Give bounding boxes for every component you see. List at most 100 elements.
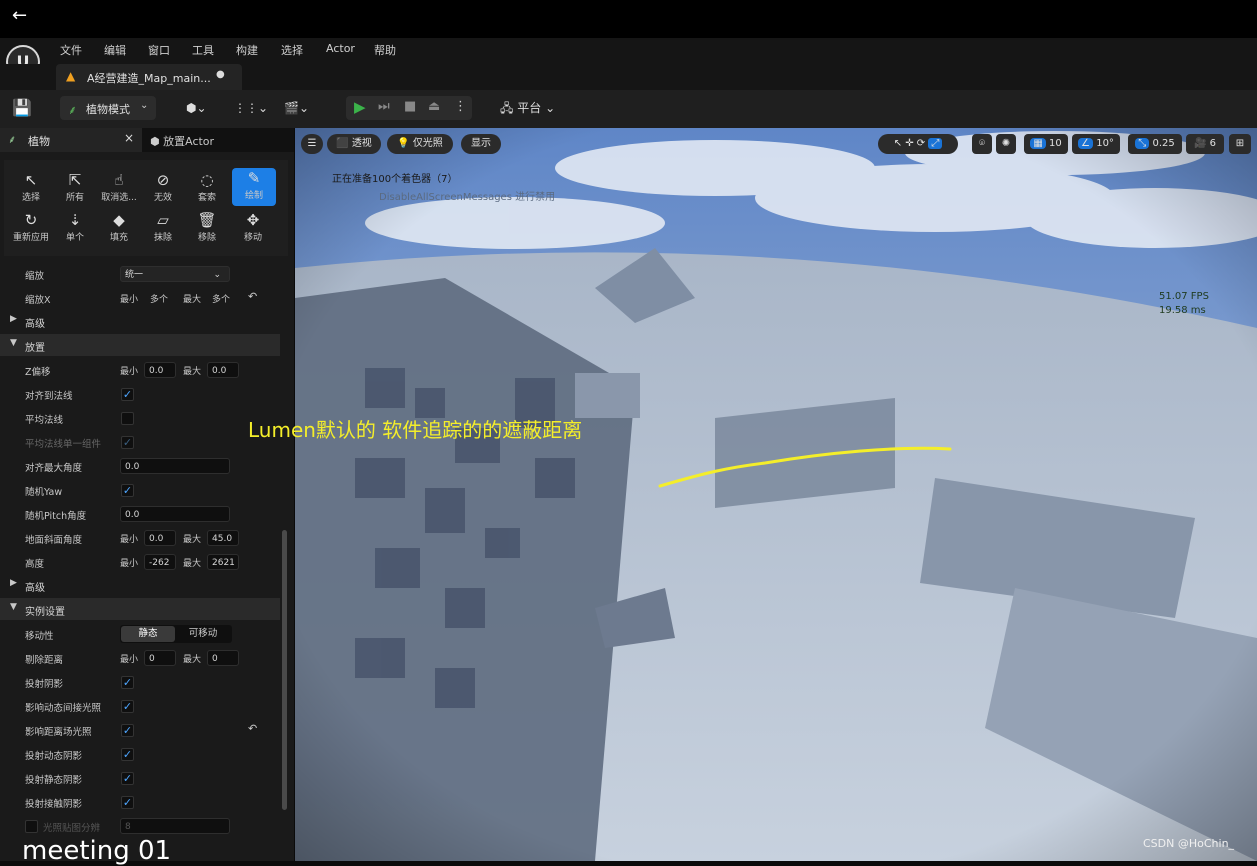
tool-lasso[interactable]: ◌ 套索 <box>185 170 229 208</box>
transform-tools: ↖ ✛ ⟳ ⤢ <box>878 134 958 154</box>
menu-file[interactable]: 文件 <box>60 42 82 58</box>
rotate-icon[interactable]: ⟳ <box>917 138 925 149</box>
unsaved-dot-icon: ● <box>216 69 225 80</box>
cast-static-shadow-checkbox[interactable]: ✓ <box>121 772 134 785</box>
cull-distance-max-field[interactable]: 0 <box>207 650 239 666</box>
tool-invalid[interactable]: ⊘ 无效 <box>141 170 185 208</box>
average-normal-single-checkbox[interactable]: ✓ <box>121 436 134 449</box>
perspective-button[interactable]: ⬛ 透视 <box>327 134 381 154</box>
align-normal-checkbox[interactable]: ✓ <box>121 388 134 401</box>
tool-remove[interactable]: 🗑 移除 <box>185 210 229 248</box>
tab-place-actor[interactable]: ⬢ 放置Actor <box>150 133 214 149</box>
step-icon[interactable]: ⏭ <box>378 99 390 114</box>
cast-contact-shadow-checkbox[interactable]: ✓ <box>121 796 134 809</box>
mobility-movable[interactable]: 可移动 <box>176 626 230 642</box>
menu-bar <box>0 38 1257 64</box>
scale-snap-control[interactable]: ⤡ 0.25 <box>1128 134 1182 154</box>
height-max-field[interactable]: 2621 <box>207 554 239 570</box>
scale-dropdown[interactable]: 统一 ⌄ <box>120 266 230 282</box>
tool-deselect[interactable]: ☝ 取消选... <box>97 170 141 208</box>
chevron-down-icon: ⌄ <box>213 270 221 280</box>
fill-icon: ◆ <box>113 211 125 229</box>
mode-dropdown[interactable]: ⸙ 植物模式 ⌄ <box>60 96 156 120</box>
eject-icon[interactable]: ⏏ <box>428 99 440 114</box>
random-pitch-field[interactable]: 0.0 <box>120 506 230 522</box>
affect-distance-field-checkbox[interactable]: ✓ <box>121 724 134 737</box>
section-advanced[interactable]: ▶ 高级 <box>0 310 280 332</box>
section-instance-settings[interactable]: ▼ 实例设置 <box>0 598 280 620</box>
translate-icon[interactable]: ✛ <box>905 138 913 149</box>
tab-place-actor-label: 放置Actor <box>163 135 215 148</box>
menu-actor[interactable]: Actor <box>326 42 355 55</box>
save-icon[interactable]: 💾 <box>12 96 32 120</box>
blueprint-icon[interactable]: ⋮⋮⌄ <box>234 96 268 120</box>
cinematics-icon[interactable]: 🎬⌄ <box>284 96 309 120</box>
affect-dynamic-gi-checkbox[interactable]: ✓ <box>121 700 134 713</box>
csdn-watermark: CSDN @HoChin_ <box>1143 837 1235 850</box>
tool-label: 移动 <box>243 233 262 243</box>
section-placement[interactable]: ▼ 放置 <box>0 334 280 356</box>
section-advanced-2[interactable]: ▶ 高级 <box>0 574 280 596</box>
scale-icon[interactable]: ⤢ <box>928 138 943 149</box>
z-offset-max-field[interactable]: 0.0 <box>207 362 239 378</box>
menu-build[interactable]: 构建 <box>236 42 258 58</box>
cast-dynamic-shadow-checkbox[interactable]: ✓ <box>121 748 134 761</box>
tool-erase[interactable]: ▱ 抹除 <box>141 210 185 248</box>
world-local-icon[interactable]: ✺ <box>996 134 1016 154</box>
tool-paint[interactable]: ✎ 绘制 <box>232 168 276 206</box>
play-icon[interactable]: ▶ <box>354 98 366 116</box>
ground-slope-min-field[interactable]: 0.0 <box>144 530 176 546</box>
arrow-left-icon[interactable]: ← <box>12 5 27 26</box>
random-yaw-checkbox[interactable]: ✓ <box>121 484 134 497</box>
z-offset-min-field[interactable]: 0.0 <box>144 362 176 378</box>
more-options-icon[interactable]: ⋮ <box>454 99 467 114</box>
reset-icon[interactable]: ↶ <box>248 290 257 303</box>
height-min-field[interactable]: -262 <box>144 554 176 570</box>
cull-distance-min-field[interactable]: 0 <box>144 650 176 666</box>
lit-mode-label: 仅光照 <box>412 138 443 149</box>
menu-select[interactable]: 选择 <box>281 42 303 58</box>
tool-select[interactable]: ↖ 选择 <box>9 170 53 208</box>
align-max-angle-field[interactable]: 0.0 <box>120 458 230 474</box>
lit-mode-button[interactable]: 💡 仅光照 <box>387 134 453 154</box>
close-icon[interactable]: × <box>124 131 134 145</box>
cast-shadow-checkbox[interactable]: ✓ <box>121 676 134 689</box>
ground-slope-max-field[interactable]: 45.0 <box>207 530 239 546</box>
menu-help[interactable]: 帮助 <box>374 42 396 58</box>
foliage-icon: ⸙ <box>8 133 17 146</box>
chevron-down-icon: ⌄ <box>140 100 149 111</box>
menu-edit[interactable]: 编辑 <box>104 42 126 58</box>
menu-tools[interactable]: 工具 <box>192 42 214 58</box>
tab-foliage[interactable]: ⸙ 植物 × <box>0 128 142 152</box>
camera-speed-control[interactable]: 🎥 6 <box>1186 134 1224 154</box>
angle-snap-control[interactable]: ∠ 10° <box>1072 134 1120 154</box>
tool-move[interactable]: ✥ 移动 <box>231 210 275 248</box>
average-normal-checkbox[interactable] <box>121 412 134 425</box>
paint-brush-icon: ✎ <box>247 169 261 187</box>
add-content-icon[interactable]: ⬢⌄ <box>186 96 207 120</box>
scale-x-min-value[interactable]: 多个 <box>150 292 168 305</box>
surface-snap-icon[interactable]: ⌾ <box>972 134 992 154</box>
menu-window[interactable]: 窗口 <box>148 42 170 58</box>
reset-icon[interactable]: ↶ <box>248 722 257 735</box>
tool-fill[interactable]: ◆ 填充 <box>97 210 141 248</box>
tool-select-all[interactable]: ⇱ 所有 <box>53 170 97 208</box>
hamburger-menu-icon[interactable]: ☰ <box>301 134 323 154</box>
mobility-static[interactable]: 静态 <box>121 626 175 642</box>
fps-readout: 51.07 FPS <box>1159 291 1209 302</box>
panel-scrollbar[interactable] <box>282 530 287 810</box>
level-viewport[interactable]: ☰ ⬛ 透视 💡 仅光照 显示 ↖ ✛ ⟳ ⤢ ⌾ ✺ ▦ 10 ∠ 10° ⤡… <box>295 128 1257 861</box>
show-button[interactable]: 显示 <box>461 134 501 154</box>
lumen-annotation: Lumen默认的 软件追踪的的遮蔽距离 <box>248 418 583 442</box>
lightmap-override-checkbox[interactable] <box>25 820 38 833</box>
tool-single[interactable]: ⇣ 单个 <box>53 210 97 248</box>
stop-icon[interactable]: ■ <box>404 99 416 114</box>
platform-dropdown[interactable]: 🖧 平台 ⌄ <box>500 96 555 120</box>
max-label: 最大 <box>183 559 202 569</box>
cursor-icon[interactable]: ↖ <box>894 138 902 149</box>
grid-snap-control[interactable]: ▦ 10 <box>1024 134 1068 154</box>
viewport-layout-icon[interactable]: ⊞ <box>1229 134 1251 154</box>
scale-x-max-value[interactable]: 多个 <box>212 292 230 305</box>
lightmap-res-field[interactable]: 8 <box>120 818 230 834</box>
tool-reapply[interactable]: ↻ 重新应用 <box>9 210 53 248</box>
